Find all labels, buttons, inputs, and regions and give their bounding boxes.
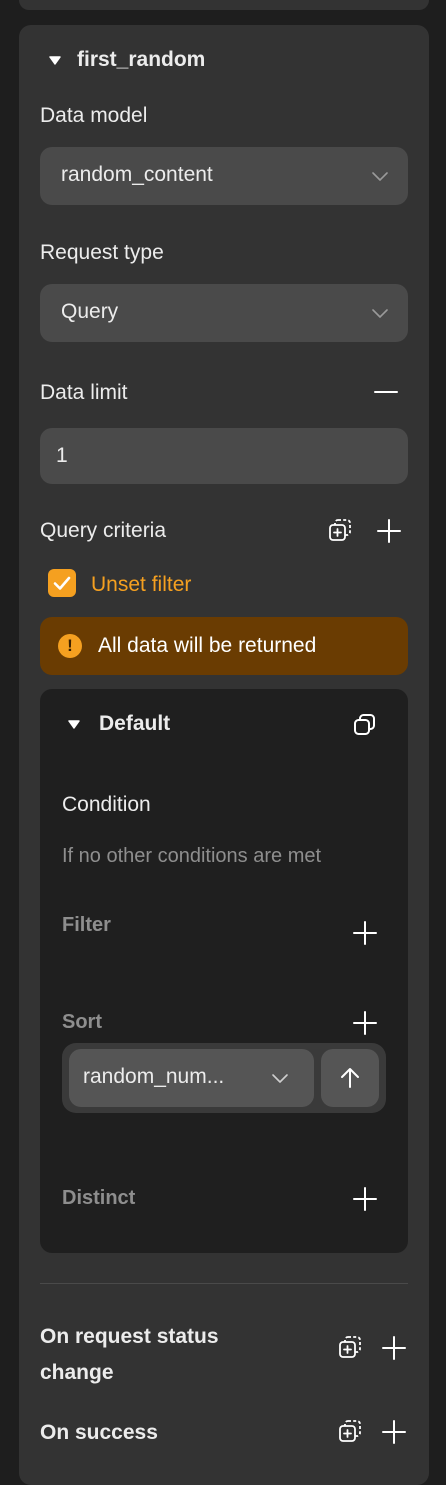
- arrow-up-icon: [341, 1068, 359, 1088]
- plus-icon: [377, 519, 401, 543]
- add-from-template-button[interactable]: [327, 517, 355, 545]
- template-add-icon: [329, 519, 351, 541]
- unset-filter-label[interactable]: Unset filter: [91, 573, 191, 597]
- section-divider: [40, 1283, 408, 1284]
- request-section-card: first_random Data model random_content R…: [19, 25, 429, 1485]
- copy-icon: [354, 714, 375, 735]
- request-type-select[interactable]: Query: [40, 284, 408, 342]
- on-success-label: On success: [40, 1421, 158, 1444]
- add-status-change-action-button[interactable]: [380, 1334, 408, 1362]
- warning-banner: ! All data will be returned: [40, 617, 408, 675]
- on-request-status-change-line2: change: [40, 1361, 114, 1384]
- condition-label: Condition: [62, 793, 151, 816]
- condition-hint: If no other conditions are met: [62, 845, 322, 867]
- warning-text: All data will be returned: [98, 634, 317, 657]
- query-criteria-label: Query criteria: [40, 519, 167, 542]
- plus-icon: [382, 1420, 406, 1444]
- section-title: first_random: [77, 48, 206, 71]
- on-request-status-change-label: On request status change: [40, 1319, 219, 1391]
- warning-icon: !: [58, 634, 82, 658]
- checkmark-icon: [53, 576, 71, 590]
- sort-label: Sort: [62, 1011, 102, 1033]
- unset-filter-checkbox[interactable]: [48, 569, 76, 597]
- sort-field-value: random_num...: [83, 1065, 225, 1088]
- default-collapse-toggle[interactable]: Default: [62, 711, 222, 739]
- data-limit-label: Data limit: [40, 381, 128, 404]
- on-request-status-change-line1: On request status: [40, 1325, 219, 1348]
- previous-section-card: [19, 0, 429, 10]
- add-success-template-button[interactable]: [337, 1418, 365, 1446]
- chevron-down-icon: [372, 172, 388, 181]
- add-filter-button[interactable]: [351, 919, 379, 947]
- sort-rule-row: random_num...: [62, 1043, 386, 1113]
- caret-down-icon: [49, 56, 61, 65]
- add-sort-button[interactable]: [351, 1009, 379, 1037]
- request-type-value: Query: [61, 300, 119, 323]
- plus-icon: [353, 921, 377, 945]
- duplicate-button[interactable]: [351, 711, 379, 739]
- data-model-value: random_content: [61, 163, 213, 186]
- request-type-label: Request type: [40, 241, 164, 264]
- collapse-toggle[interactable]: first_random: [43, 47, 243, 75]
- data-model-label: Data model: [40, 104, 148, 127]
- plus-icon: [353, 1011, 377, 1035]
- minus-icon: [374, 391, 398, 393]
- template-add-icon: [339, 1336, 361, 1358]
- caret-down-icon: [68, 720, 80, 729]
- sort-field-select[interactable]: random_num...: [69, 1049, 314, 1107]
- sort-direction-button[interactable]: [321, 1049, 379, 1107]
- default-title: Default: [99, 712, 171, 735]
- chevron-down-icon: [372, 309, 388, 318]
- data-limit-input[interactable]: 1: [40, 428, 408, 484]
- data-model-select[interactable]: random_content: [40, 147, 408, 205]
- chevron-down-icon: [272, 1074, 288, 1083]
- distinct-label: Distinct: [62, 1187, 136, 1209]
- remove-data-limit-button[interactable]: [372, 378, 400, 406]
- add-status-change-template-button[interactable]: [337, 1334, 365, 1362]
- plus-icon: [382, 1336, 406, 1360]
- add-query-criteria-button[interactable]: [375, 517, 403, 545]
- data-limit-value: 1: [56, 444, 68, 467]
- add-distinct-button[interactable]: [351, 1185, 379, 1213]
- template-add-icon: [339, 1420, 361, 1442]
- filter-label: Filter: [62, 914, 111, 936]
- plus-icon: [353, 1187, 377, 1211]
- default-criteria-block: Default Condition If no other conditions…: [40, 689, 408, 1253]
- add-success-action-button[interactable]: [380, 1418, 408, 1446]
